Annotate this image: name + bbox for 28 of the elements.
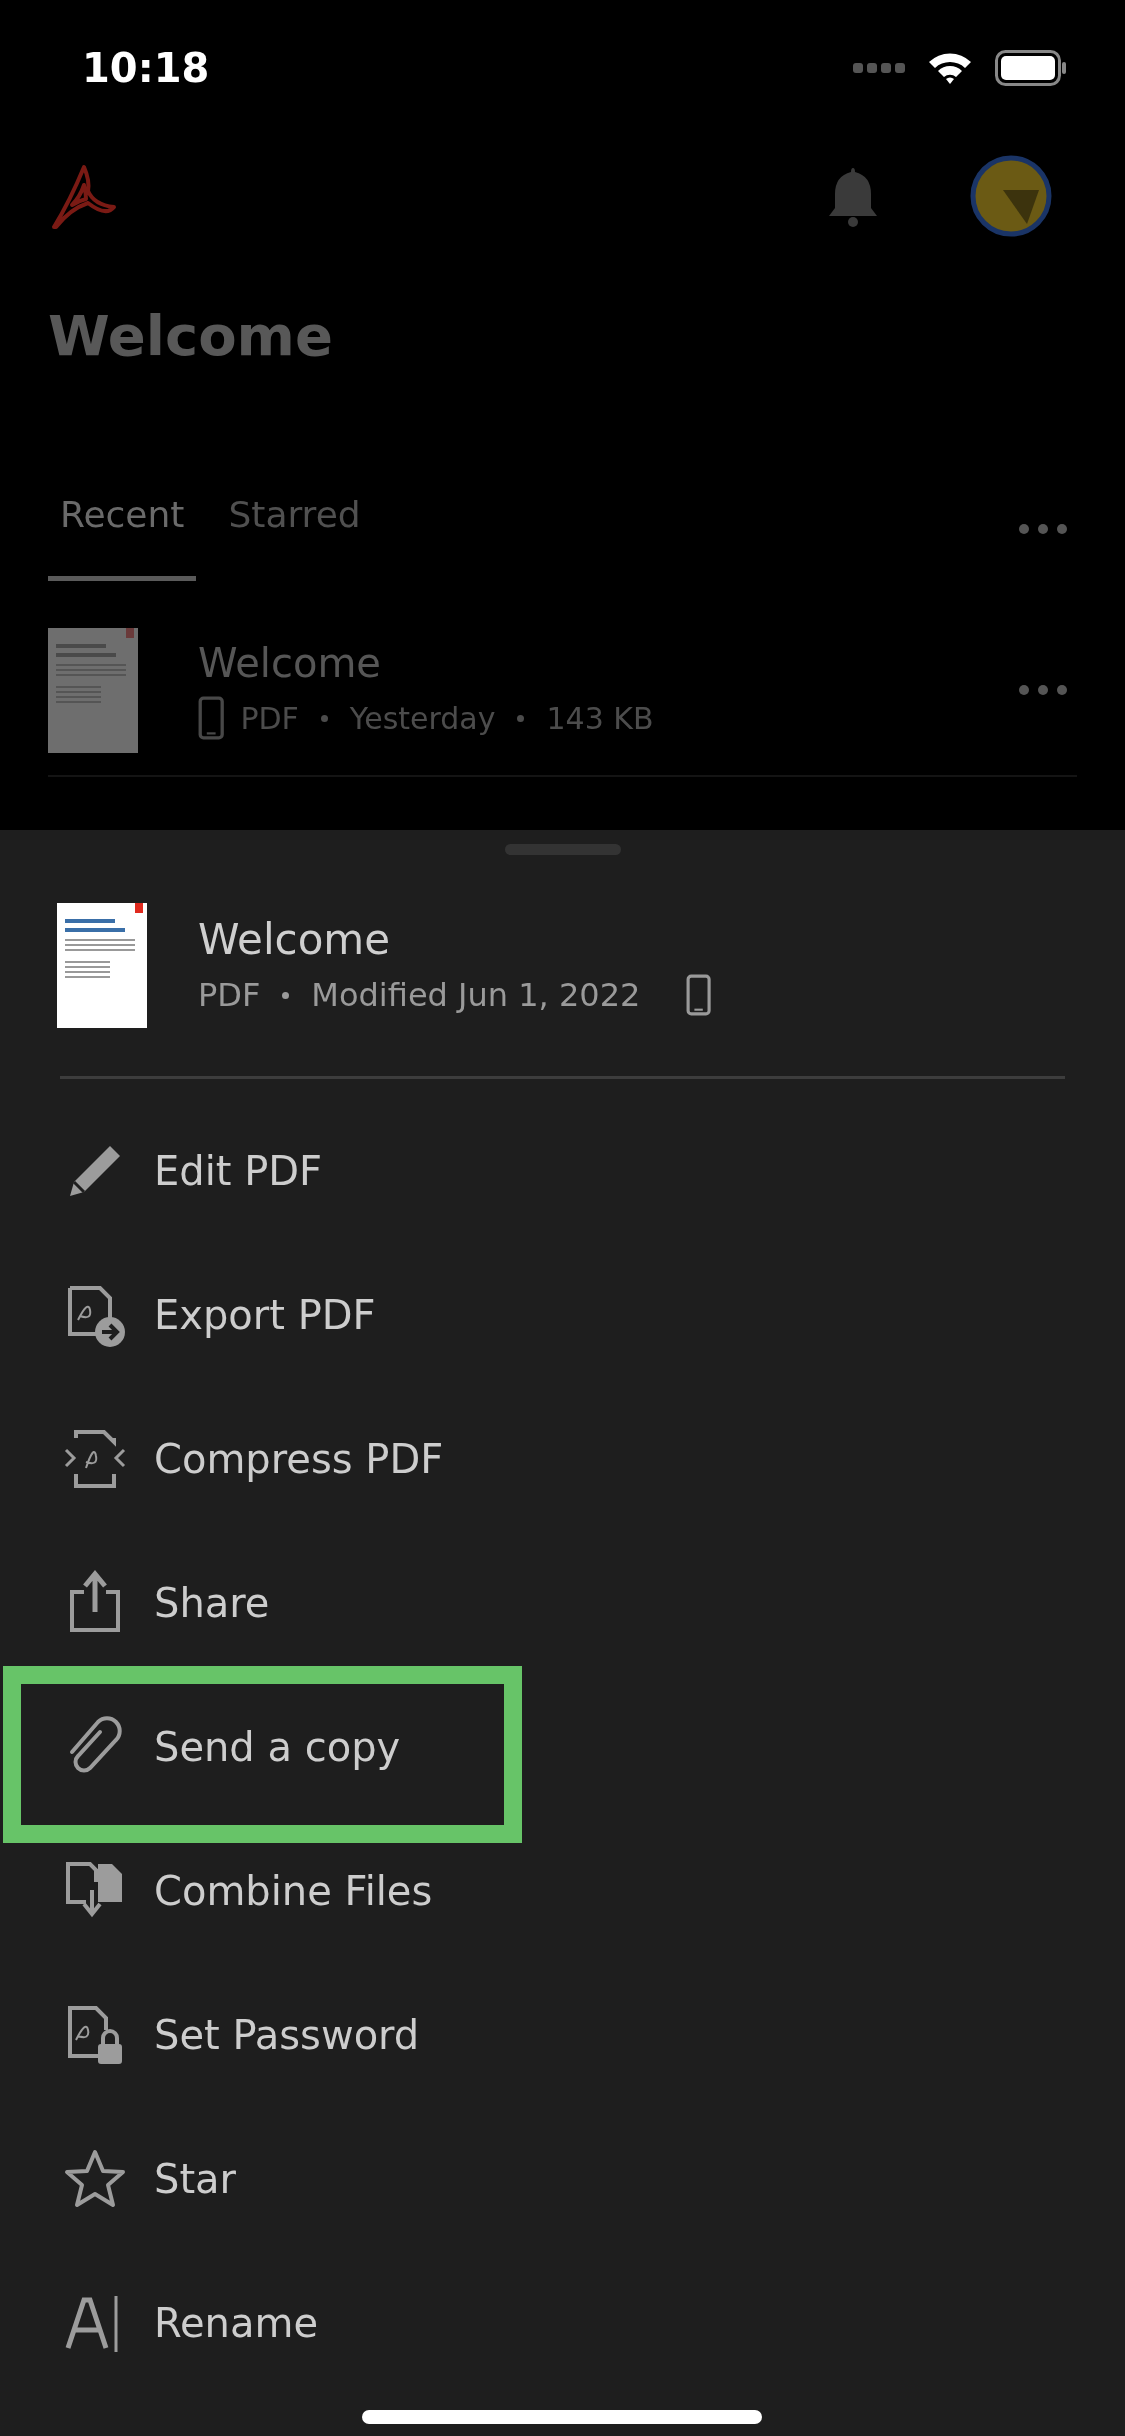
phone-icon xyxy=(198,696,225,740)
phone-icon xyxy=(686,974,712,1016)
menu-item[interactable]: Combine Files xyxy=(60,1856,433,1926)
page-title: Welcome xyxy=(48,302,334,370)
status-time: 10:18 xyxy=(82,45,210,91)
menu-item[interactable]: Compress PDF xyxy=(60,1424,444,1494)
menu-item[interactable]: Export PDF xyxy=(60,1280,376,1350)
avatar[interactable] xyxy=(969,154,1053,238)
file-type: PDF xyxy=(198,976,261,1014)
wifi-icon xyxy=(927,50,973,86)
separator-dot xyxy=(320,714,328,722)
battery-icon xyxy=(995,50,1067,86)
separator-dot xyxy=(282,991,290,999)
menu-item[interactable]: Star xyxy=(60,2144,237,2214)
file-name: Welcome xyxy=(198,915,392,964)
file-size: 143 KB xyxy=(546,700,654,736)
menu-item[interactable]: Rename xyxy=(60,2288,319,2358)
file-type: PDF xyxy=(240,700,299,736)
menu-item[interactable]: Send a copy xyxy=(60,1712,401,1782)
tab[interactable]: Recent xyxy=(48,476,197,581)
signal-icon xyxy=(853,61,905,75)
menu-item[interactable]: Share xyxy=(60,1568,270,1638)
modified-date: Modified Jun 1, 2022 xyxy=(311,976,641,1014)
file-date: Yesterday xyxy=(349,700,496,736)
menu-item[interactable]: Edit PDF xyxy=(60,1136,323,1206)
menu-item[interactable]: Set Password xyxy=(60,2000,420,2070)
separator-dot xyxy=(517,714,525,722)
file-name: Welcome xyxy=(198,640,382,686)
